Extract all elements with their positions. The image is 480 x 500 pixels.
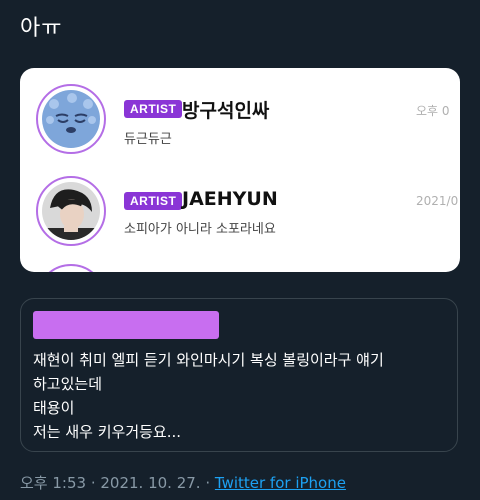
tweet-source-link[interactable]: Twitter for iPhone	[215, 474, 346, 492]
avatar	[36, 84, 106, 154]
cartoon-face-icon	[42, 90, 100, 148]
quoted-tweet[interactable]: 재현이 취미 엘피 듣기 와인마시기 복싱 볼링이라구 얘기 하고있는데 태용이…	[20, 298, 458, 452]
profile-photo-icon	[42, 182, 100, 240]
message-preview: 듀근듀근	[124, 132, 172, 147]
quote-text-line: 태용이	[33, 399, 75, 417]
tweet-time[interactable]: 오후 1:53	[20, 474, 86, 492]
quote-text-line: 재현이 취미 엘피 듣기 와인마시기 복싱 볼링이라구 얘기	[33, 351, 384, 369]
attached-screenshot[interactable]: ARTIST 방구석인싸 듀근듀근 오후 0 ARTIST JAEHYUN 소피…	[20, 68, 460, 272]
avatar	[36, 176, 106, 246]
quote-text-line: 하고있는데	[33, 375, 103, 393]
meta-separator: ·	[86, 474, 101, 492]
artist-name: JAEHYUN	[182, 188, 278, 210]
meta-separator: ·	[200, 474, 215, 492]
message-time: 오후 0	[416, 104, 450, 118]
redacted-username	[33, 311, 219, 339]
tweet-meta: 오후 1:53 · 2021. 10. 27. · Twitter for iP…	[20, 472, 346, 493]
artist-badge: ARTIST	[124, 192, 183, 210]
artist-badge: ARTIST	[124, 100, 183, 118]
message-time: 2021/0	[416, 194, 459, 208]
tweet-date[interactable]: 2021. 10. 27.	[100, 474, 200, 492]
message-preview: 소피아가 아니라 소포라네요	[124, 222, 276, 237]
quote-text-line: 저는 새우 키우거등요...	[33, 423, 182, 441]
artist-name: 방구석인싸	[182, 100, 270, 122]
chat-row-1: ARTIST 방구석인싸 듀근듀근 오후 0	[20, 68, 460, 168]
tweet-text: 아ㅠ	[20, 16, 63, 41]
